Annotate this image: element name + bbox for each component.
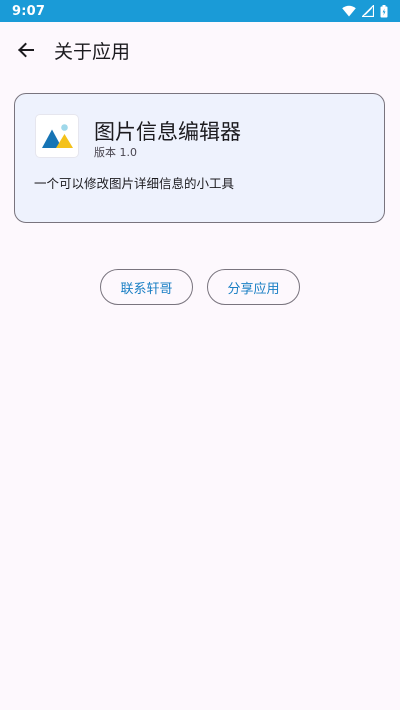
status-icons: [342, 4, 388, 18]
about-card: 图片信息编辑器 版本 1.0 一个可以修改图片详细信息的小工具: [14, 93, 385, 223]
app-version: 版本 1.0: [94, 146, 137, 159]
page-title: 关于应用: [54, 40, 131, 63]
app-bar: 关于应用: [0, 22, 400, 78]
arrow-left-icon: [18, 42, 34, 58]
contact-button[interactable]: 联系轩哥: [100, 269, 193, 305]
battery-icon: [380, 4, 388, 17]
status-time: 9:07: [12, 3, 46, 19]
app-description: 一个可以修改图片详细信息的小工具: [34, 176, 235, 191]
share-app-button[interactable]: 分享应用: [207, 269, 300, 305]
app-name: 图片信息编辑器: [94, 120, 241, 144]
wifi-icon: [342, 5, 356, 17]
status-bar: 9:07: [0, 0, 400, 22]
app-logo: [36, 115, 78, 157]
image-editor-logo-icon: [42, 124, 73, 148]
back-button[interactable]: [2, 26, 50, 74]
signal-icon: [362, 5, 374, 17]
action-buttons: 联系轩哥 分享应用: [0, 269, 400, 305]
